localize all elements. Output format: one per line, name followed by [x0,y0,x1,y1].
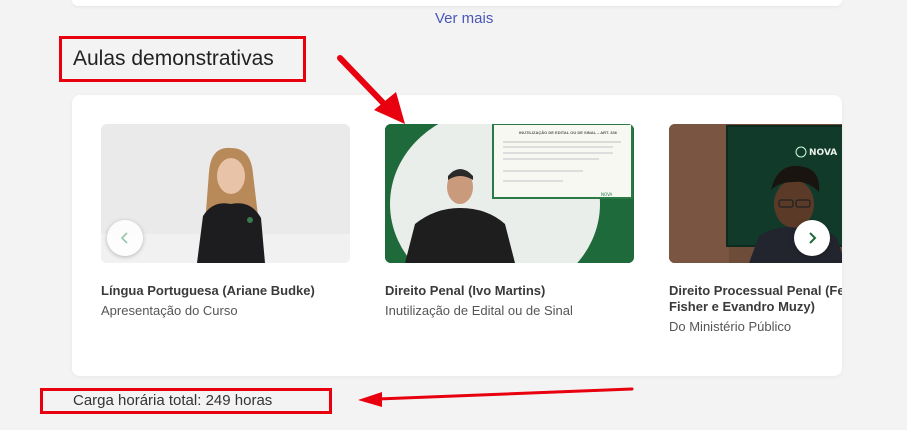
lesson-title: Direito Processual Penal (Fer Fisher e E… [669,283,842,315]
previous-section-card [72,0,842,6]
slide-heading: INUTILIZAÇÃO DE EDITAL OU DE SINAL – ART… [519,130,617,135]
lesson-thumbnail[interactable]: NOVA INUTILIZAÇÃO DE EDITAL OU DE SINAL … [385,124,634,263]
lesson-subtitle: Do Ministério Público [669,319,792,334]
highlight-box-title [59,36,306,82]
video-carousel: Língua Portuguesa (Ariane Budke) Apresen… [72,95,842,376]
ver-mais-link[interactable]: Ver mais [435,10,493,27]
highlight-box-carga [40,388,332,414]
slide-logo: NOVA [601,192,613,197]
screen-logo: NOVA [809,148,837,158]
lesson-title: Direito Penal (Ivo Martins) [385,283,546,298]
lesson-thumbnail[interactable] [101,124,350,263]
chevron-right-icon [809,232,817,244]
lesson-title-line-2: Fisher e Evandro Muzy) [669,299,815,314]
carousel-prev-button[interactable] [107,220,143,256]
lesson-card[interactable]: NOVA INUTILIZAÇÃO DE EDITAL OU DE SINAL … [385,124,634,319]
lesson-subtitle: Apresentação do Curso [101,303,238,318]
instructor-image: NOVA [385,124,634,263]
lesson-title-line-1: Direito Processual Penal (Fer [669,283,842,298]
lesson-subtitle: Inutilização de Edital ou de Sinal [385,303,573,318]
carousel-next-button[interactable] [794,220,830,256]
arrow-to-carga [358,387,634,407]
chevron-left-icon [120,232,128,244]
lesson-card[interactable]: Língua Portuguesa (Ariane Budke) Apresen… [101,124,350,319]
lesson-title: Língua Portuguesa (Ariane Budke) [101,283,315,298]
